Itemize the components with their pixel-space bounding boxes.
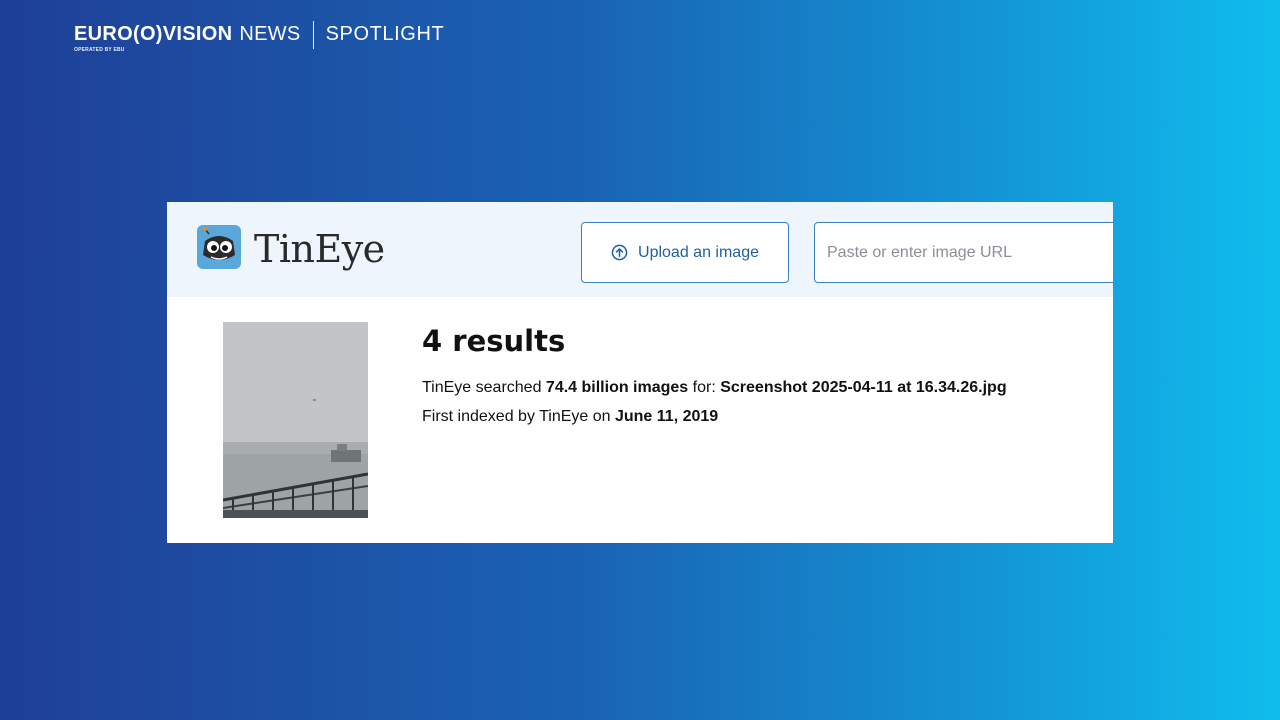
broadcaster-header: EURO(O)VISION NEWS OPERATED BY EBU SPOTL… [74,21,444,53]
indexed-prefix: First indexed by TinEye on [422,408,615,425]
first-indexed-line: First indexed by TinEye on June 11, 2019 [422,406,718,428]
eurovision-wordmark: EURO(O)VISION [74,23,233,45]
image-url-input[interactable] [814,222,1113,283]
news-wordmark: NEWS [239,23,301,45]
first-indexed-date: June 11, 2019 [614,408,719,425]
eurovision-logo: EURO(O)VISION NEWS OPERATED BY EBU [74,21,301,53]
brand-divider [312,21,314,49]
searched-count: 74.4 billion images [545,379,689,396]
search-summary: TinEye searched 74.4 billion images for:… [422,377,1007,399]
query-image-thumbnail [223,322,368,518]
foggy-harbor-photo [223,322,368,518]
tineye-logo-text: TinEye [254,227,385,271]
tineye-robot-icon [197,225,241,269]
section-title: SPOTLIGHT [325,23,445,45]
upload-arrow-icon [611,244,628,261]
tineye-screenshot: TinEye Upload an image Paste or enter im… [167,202,1113,543]
searched-prefix: TinEye searched [422,379,546,396]
tineye-header: TinEye Upload an image [167,202,1113,297]
operated-by-tagline: OPERATED BY EBU [74,47,125,53]
searched-filename: Screenshot 2025-04-11 at 16.34.26.jpg [720,379,1007,396]
searched-for-label: for: [688,379,721,396]
upload-button-label: Upload an image [638,243,759,261]
results-count-heading: 4 results [422,324,566,358]
upload-image-button[interactable]: Upload an image [581,222,789,283]
